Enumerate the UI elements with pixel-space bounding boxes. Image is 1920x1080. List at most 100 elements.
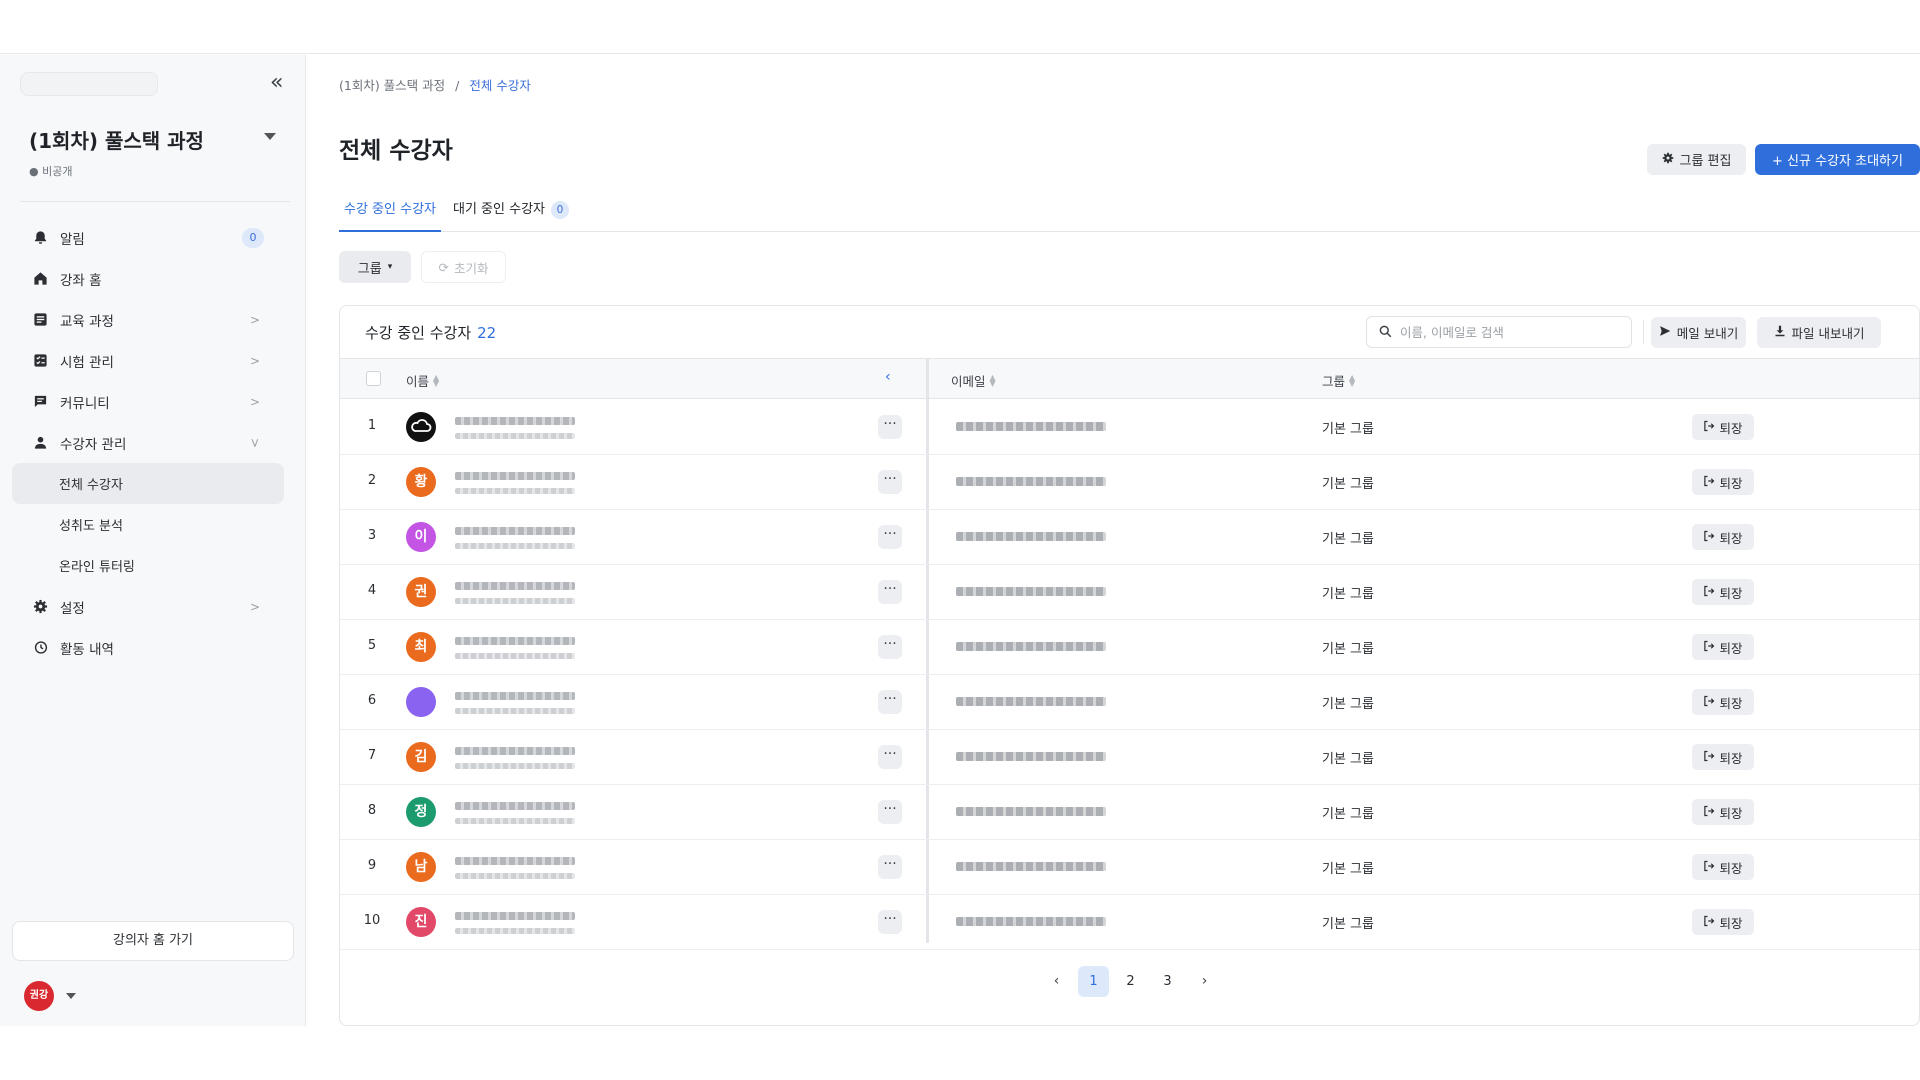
sidebar-item-settings[interactable]: 설정 > bbox=[12, 586, 284, 627]
table-row[interactable]: 7 김 ··· 기본 그룹 퇴장 bbox=[340, 730, 1919, 785]
page-1[interactable]: 1 bbox=[1078, 965, 1109, 997]
remove-student-button[interactable]: 퇴장 bbox=[1692, 854, 1754, 880]
remove-student-button[interactable]: 퇴장 bbox=[1692, 469, 1754, 495]
remove-student-button[interactable]: 퇴장 bbox=[1692, 909, 1754, 935]
more-options-button[interactable]: ··· bbox=[878, 580, 902, 604]
tab-label: 수강 중인 수강자 bbox=[344, 202, 436, 217]
sidebar: « (1회차) 풀스택 과정 ● 비공개 알림 0 강좌 홈 교육 과정 > 시… bbox=[0, 55, 306, 1026]
sidebar-item-course-home[interactable]: 강좌 홈 bbox=[12, 258, 284, 299]
table-row[interactable]: 10 진 ··· 기본 그룹 퇴장 bbox=[340, 895, 1919, 950]
redacted-name bbox=[455, 417, 575, 425]
more-options-button[interactable]: ··· bbox=[878, 910, 902, 934]
more-options-button[interactable]: ··· bbox=[878, 635, 902, 659]
invite-student-button[interactable]: + 신규 수강자 초대하기 bbox=[1755, 144, 1920, 175]
row-number: 9 bbox=[367, 858, 377, 873]
more-options-button[interactable]: ··· bbox=[878, 800, 902, 824]
search-input-wrapper[interactable] bbox=[1366, 316, 1632, 348]
sidebar-subitem-achievement[interactable]: 성취도 분석 bbox=[12, 504, 284, 545]
curriculum-icon bbox=[32, 312, 48, 328]
table-row[interactable]: 6 ··· 기본 그룹 퇴장 bbox=[340, 675, 1919, 730]
remove-student-button[interactable]: 퇴장 bbox=[1692, 799, 1754, 825]
history-icon bbox=[32, 640, 48, 656]
next-page-icon[interactable]: › bbox=[1189, 966, 1220, 997]
row-number: 6 bbox=[367, 693, 377, 708]
remove-student-button[interactable]: 퇴장 bbox=[1692, 579, 1754, 605]
instructor-home-button[interactable]: 강의자 홈 가기 bbox=[12, 921, 294, 961]
main-content: (1회차) 풀스택 과정 / 전체 수강자 전체 수강자 그룹 편집 + 신규 … bbox=[307, 55, 1920, 1026]
sidebar-search[interactable] bbox=[20, 72, 158, 96]
leave-label: 퇴장 bbox=[1719, 475, 1743, 491]
redacted-email bbox=[956, 697, 1106, 706]
sidebar-subitem-all-students[interactable]: 전체 수강자 bbox=[12, 463, 284, 504]
prev-page-icon[interactable]: ‹ bbox=[1041, 966, 1072, 997]
remove-student-button[interactable]: 퇴장 bbox=[1692, 524, 1754, 550]
redacted-email bbox=[956, 807, 1106, 816]
page-3[interactable]: 3 bbox=[1152, 966, 1183, 997]
page-2[interactable]: 2 bbox=[1115, 966, 1146, 997]
redacted-name bbox=[455, 637, 575, 645]
group-cell: 기본 그룹 bbox=[1322, 587, 1374, 602]
send-mail-button[interactable]: 메일 보내기 bbox=[1651, 317, 1746, 348]
redacted-email bbox=[455, 433, 575, 439]
tab-enrolled[interactable]: 수강 중인 수강자 bbox=[339, 195, 441, 232]
sort-icon: ▲ ▼ bbox=[1349, 372, 1356, 388]
more-options-button[interactable]: ··· bbox=[878, 470, 902, 494]
leave-label: 퇴장 bbox=[1719, 420, 1743, 436]
remove-student-button[interactable]: 퇴장 bbox=[1692, 744, 1754, 770]
sidebar-item-community[interactable]: 커뮤니티 > bbox=[12, 381, 284, 422]
avatar bbox=[406, 687, 436, 717]
search-icon bbox=[1379, 323, 1392, 342]
more-options-button[interactable]: ··· bbox=[878, 415, 902, 439]
sidebar-nav: 알림 0 강좌 홈 교육 과정 > 시험 관리 > 커뮤니티 > 수강자 관리 … bbox=[12, 217, 284, 668]
sidebar-item-exams[interactable]: 시험 관리 > bbox=[12, 340, 284, 381]
reset-filter-button[interactable]: ⟳ 초기화 bbox=[421, 251, 506, 283]
avatar: 황 bbox=[406, 467, 436, 497]
table-row[interactable]: 3 이 ··· 기본 그룹 퇴장 bbox=[340, 510, 1919, 565]
avatar[interactable]: 권강 bbox=[24, 981, 54, 1011]
collapse-column-icon[interactable]: ‹ bbox=[885, 369, 891, 385]
exit-icon bbox=[1703, 750, 1715, 765]
avatar: 진 bbox=[406, 907, 436, 937]
search-input[interactable] bbox=[1400, 324, 1620, 340]
redacted-name bbox=[455, 472, 575, 480]
column-header-name[interactable]: 이름 ▲ ▼ bbox=[406, 371, 439, 390]
course-dropdown-icon[interactable] bbox=[264, 133, 276, 140]
redacted-email bbox=[455, 488, 575, 494]
exit-icon bbox=[1703, 420, 1715, 435]
sidebar-item-activity[interactable]: 활동 내역 bbox=[12, 627, 284, 668]
column-header-email[interactable]: 이메일 ▲ ▼ bbox=[951, 371, 996, 390]
remove-student-button[interactable]: 퇴장 bbox=[1692, 634, 1754, 660]
table-row[interactable]: 4 권 ··· 기본 그룹 퇴장 bbox=[340, 565, 1919, 620]
group-filter-dropdown[interactable]: 그룹 ▾ bbox=[339, 251, 411, 283]
sidebar-item-notifications[interactable]: 알림 0 bbox=[12, 217, 284, 258]
table-row[interactable]: 1 ··· 기본 그룹 퇴장 bbox=[340, 400, 1919, 455]
more-options-button[interactable]: ··· bbox=[878, 525, 902, 549]
sidebar-item-student-management[interactable]: 수강자 관리 > bbox=[12, 422, 284, 463]
table-row[interactable]: 9 남 ··· 기본 그룹 퇴장 bbox=[340, 840, 1919, 895]
collapse-sidebar-icon[interactable]: « bbox=[270, 72, 283, 94]
export-file-button[interactable]: 파일 내보내기 bbox=[1757, 317, 1881, 348]
sidebar-subitem-tutoring[interactable]: 온라인 튜터링 bbox=[12, 545, 284, 586]
avatar: 김 bbox=[406, 742, 436, 772]
sidebar-item-label: 강좌 홈 bbox=[60, 272, 102, 289]
chevron-down-icon: > bbox=[247, 437, 262, 449]
more-options-button[interactable]: ··· bbox=[878, 690, 902, 714]
more-options-button[interactable]: ··· bbox=[878, 745, 902, 769]
group-cell: 기본 그룹 bbox=[1322, 642, 1374, 657]
chevron-down-icon[interactable] bbox=[66, 993, 76, 999]
select-all-checkbox[interactable] bbox=[366, 371, 381, 386]
column-header-group[interactable]: 그룹 ▲ ▼ bbox=[1322, 371, 1355, 390]
remove-student-button[interactable]: 퇴장 bbox=[1692, 414, 1754, 440]
tab-waiting[interactable]: 대기 중인 수강자 0 bbox=[453, 195, 569, 232]
group-edit-button[interactable]: 그룹 편집 bbox=[1647, 144, 1746, 175]
more-options-button[interactable]: ··· bbox=[878, 855, 902, 879]
table-row[interactable]: 5 최 ··· 기본 그룹 퇴장 bbox=[340, 620, 1919, 675]
breadcrumb-parent[interactable]: (1회차) 풀스택 과정 bbox=[339, 78, 445, 93]
exit-icon bbox=[1703, 640, 1715, 655]
table-row[interactable]: 2 황 ··· 기본 그룹 퇴장 bbox=[340, 455, 1919, 510]
remove-student-button[interactable]: 퇴장 bbox=[1692, 689, 1754, 715]
bell-icon bbox=[32, 230, 48, 246]
sidebar-item-curriculum[interactable]: 교육 과정 > bbox=[12, 299, 284, 340]
redacted-email bbox=[956, 422, 1106, 431]
table-row[interactable]: 8 정 ··· 기본 그룹 퇴장 bbox=[340, 785, 1919, 840]
